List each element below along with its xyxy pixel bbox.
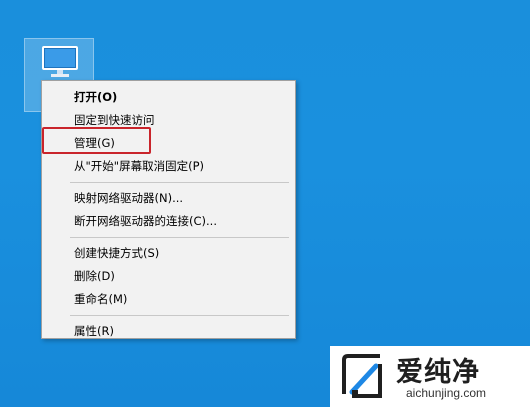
menu-item-delete[interactable]: 删除(D) [42, 265, 295, 288]
context-menu: 打开(O) 固定到快速访问 管理(G) 从"开始"屏幕取消固定(P) 映射网络驱… [41, 80, 296, 339]
watermark: 爱纯净 aichunjing.com [330, 346, 530, 407]
menu-item-rename[interactable]: 重命名(M) [42, 288, 295, 311]
manage-highlight-box [42, 127, 151, 154]
menu-item-disconnect-drive[interactable]: 断开网络驱动器的连接(C)... [42, 210, 295, 233]
menu-item-unpin-start[interactable]: 从"开始"屏幕取消固定(P) [42, 155, 295, 178]
menu-item-map-drive[interactable]: 映射网络驱动器(N)... [42, 187, 295, 210]
menu-item-create-shortcut[interactable]: 创建快捷方式(S) [42, 242, 295, 265]
menu-item-properties[interactable]: 属性(R) [42, 320, 295, 343]
monitor-icon [42, 46, 78, 77]
menu-separator [70, 315, 289, 316]
menu-separator [70, 237, 289, 238]
menu-separator [70, 182, 289, 183]
watermark-url: aichunjing.com [406, 386, 487, 400]
menu-item-open[interactable]: 打开(O) [42, 86, 295, 109]
watermark-title: 爱纯净 [396, 357, 480, 388]
aichunjing-logo-icon [342, 354, 382, 398]
